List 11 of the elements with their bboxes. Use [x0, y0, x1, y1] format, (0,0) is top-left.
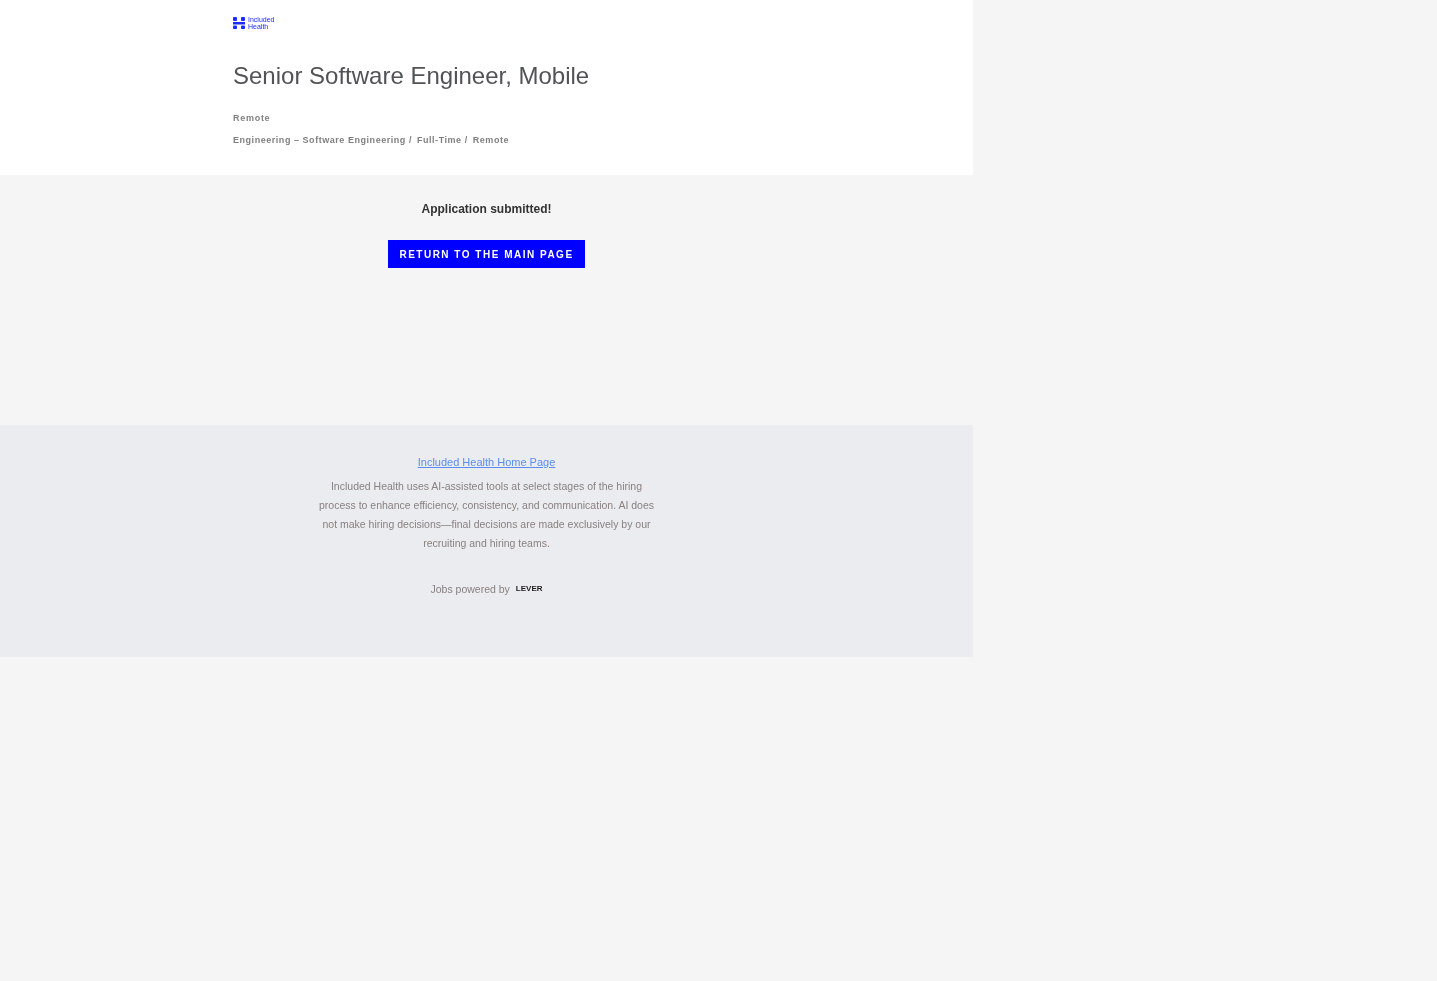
job-category: Full-Time /: [416, 133, 468, 147]
lever-logo[interactable]: LEVER: [515, 583, 543, 596]
powered-by-text: Jobs powered by: [430, 581, 510, 597]
job-title: Senior Software Engineer, Mobile: [233, 61, 590, 91]
ai-disclaimer: Included Health uses AI-assisted tools at select stages of the hiring process to enhance efficiency, consistency, and communication. AI does not make hiring decisions—final decisions are made exclusively by our recruiting and hiring teams.: [318, 478, 655, 551]
job-location: Remote: [233, 112, 271, 125]
job-category: Engineering – Software Engineering /: [233, 133, 412, 147]
job-category: Remote: [472, 133, 509, 147]
confirmation-message: Application submitted!: [421, 201, 552, 218]
logo-icon: [233, 17, 245, 29]
return-button[interactable]: RETURN TO THE MAIN PAGE: [388, 240, 585, 268]
